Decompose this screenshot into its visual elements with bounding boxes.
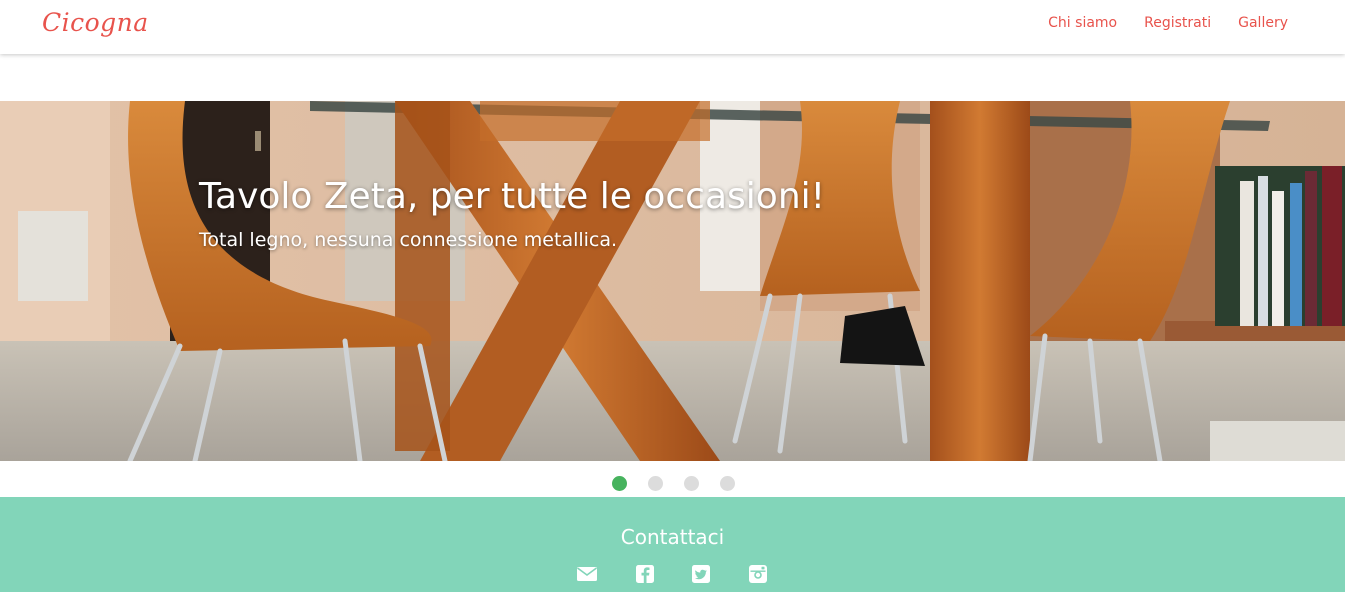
carousel-caption: Tavolo Zeta, per tutte le occasioni! Tot…	[199, 176, 825, 251]
nav-link-gallery[interactable]: Gallery	[1238, 15, 1288, 31]
indicator-slide-2[interactable]	[648, 476, 663, 491]
facebook-icon[interactable]	[634, 564, 656, 584]
carousel[interactable]: Tavolo Zeta, per tutte le occasioni! Tot…	[0, 101, 1345, 461]
carousel-slide-image	[0, 101, 1345, 461]
social-links	[0, 564, 1345, 584]
twitter-icon[interactable]	[690, 564, 712, 584]
nav-links: Chi siamo Registrati Gallery	[1048, 15, 1288, 31]
nav-link-chi-siamo[interactable]: Chi siamo	[1048, 15, 1117, 31]
carousel-caption-subtitle: Total legno, nessuna connessione metalli…	[199, 229, 618, 251]
nav-link-registrati[interactable]: Registrati	[1144, 15, 1211, 31]
indicator-slide-1[interactable]	[612, 476, 627, 491]
footer: Contattaci	[0, 497, 1345, 592]
navbar: Cicogna Chi siamo Registrati Gallery	[0, 0, 1345, 54]
envelope-icon[interactable]	[576, 564, 598, 584]
carousel-indicators	[0, 476, 1345, 492]
footer-title: Contattaci	[620, 525, 725, 549]
indicator-slide-4[interactable]	[720, 476, 735, 491]
brand-logo[interactable]: Cicogna	[42, 8, 149, 37]
instagram-icon[interactable]	[747, 564, 769, 584]
indicator-slide-3[interactable]	[684, 476, 699, 491]
carousel-caption-title: Tavolo Zeta, per tutte le occasioni!	[199, 176, 826, 217]
